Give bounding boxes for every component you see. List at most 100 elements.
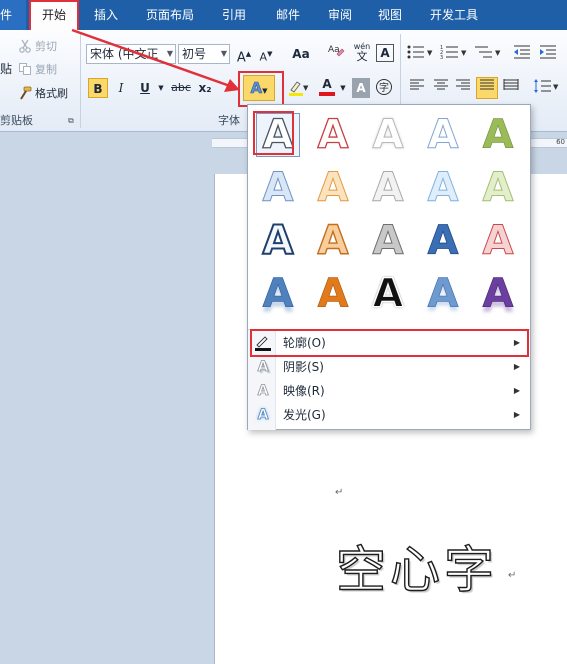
menu-item-label: 阴影(S) xyxy=(283,360,324,374)
cut-button[interactable]: 剪切 xyxy=(18,38,57,56)
subscript-button[interactable]: x₂ xyxy=(196,78,214,98)
increase-indent-icon xyxy=(540,45,556,59)
effect-style-orange-bevel[interactable]: A xyxy=(311,218,355,264)
paragraph-mark: ↵ xyxy=(508,570,517,581)
cut-label: 剪切 xyxy=(35,40,57,53)
effect-style-pink-outline[interactable]: A xyxy=(476,219,520,264)
effect-style-dark-blue-outline[interactable]: A xyxy=(256,218,300,264)
svg-text:3: 3 xyxy=(440,55,443,60)
shrink-font-button[interactable]: A▼ xyxy=(258,44,274,64)
effect-style-black-outline[interactable]: A xyxy=(366,271,410,317)
chevron-down-icon: ▼ xyxy=(166,49,173,58)
svg-text:▼: ▼ xyxy=(461,49,467,57)
underline-dropdown[interactable]: ▼ xyxy=(156,78,166,98)
tab-view[interactable]: 视图 xyxy=(378,0,402,30)
submenu-arrow-icon: ▶ xyxy=(513,410,520,419)
effect-style-silver-bevel[interactable]: A xyxy=(366,219,410,264)
effect-style-gradient-blue[interactable]: A xyxy=(256,166,300,211)
effect-style-fill-green[interactable]: A xyxy=(476,113,520,158)
tab-page-layout[interactable]: 页面布局 xyxy=(146,0,194,30)
font-name-value: 宋体 (中文正 xyxy=(90,47,159,61)
effect-style-gradient-orange[interactable]: A xyxy=(311,166,355,211)
effect-preview-letter: A xyxy=(317,112,349,158)
clear-format-icon: Aa xyxy=(328,45,345,57)
font-color-swatch xyxy=(319,92,335,96)
reflection-effect-icon: A xyxy=(257,383,269,400)
highlight-color-button[interactable]: ▼ xyxy=(286,78,310,98)
numbering-button[interactable]: 1 2 3 ▼ xyxy=(440,44,470,64)
text-effects-dropdown: A A A A A A A A A A A A A A A A A A A A … xyxy=(247,104,531,430)
font-color-button[interactable]: A xyxy=(316,76,338,96)
copy-button[interactable]: 复制 xyxy=(18,61,57,79)
multilevel-list-button[interactable]: ▼ xyxy=(474,44,504,64)
glow-effect-icon: A xyxy=(257,407,269,424)
scissors-icon xyxy=(18,39,32,53)
underline-button[interactable]: U xyxy=(136,78,154,98)
align-right-button[interactable] xyxy=(454,78,472,98)
align-center-button[interactable] xyxy=(432,78,450,98)
effect-style-orange-fill[interactable]: A xyxy=(311,272,355,317)
bold-button[interactable]: B xyxy=(88,78,108,98)
line-spacing-button[interactable]: ▼ xyxy=(532,78,562,98)
tab-review[interactable]: 审阅 xyxy=(328,0,352,30)
bullets-button[interactable]: ▼ xyxy=(406,44,436,64)
group-separator xyxy=(80,34,81,128)
clipboard-launcher-icon[interactable]: ⧉ xyxy=(68,116,74,126)
tab-insert[interactable]: 插入 xyxy=(94,0,118,30)
font-name-combo[interactable]: 宋体 (中文正 ▼ xyxy=(86,44,176,64)
tab-file[interactable]: 件 xyxy=(0,0,26,30)
decrease-indent-icon xyxy=(514,45,530,59)
clipboard-group-label: 剪贴板 xyxy=(0,114,33,127)
change-case-button[interactable]: Aa xyxy=(290,44,312,64)
phonetic-guide-button[interactable]: wén 文 xyxy=(351,42,373,62)
effect-style-blue-bevel[interactable]: A xyxy=(421,219,465,264)
format-painter-label: 格式刷 xyxy=(35,87,68,100)
paragraph-mark: ↵ xyxy=(335,487,344,498)
tab-references[interactable]: 引用 xyxy=(222,0,246,30)
shadow-effect-icon: A xyxy=(257,359,269,376)
effect-style-gradient-gray[interactable]: A xyxy=(366,166,410,211)
distributed-icon xyxy=(503,79,519,90)
effect-preview-letter: A xyxy=(262,271,294,317)
tab-mailings[interactable]: 邮件 xyxy=(276,0,300,30)
effect-style-outline-gray-soft[interactable]: A xyxy=(366,113,410,158)
menu-item-label: 映像(R) xyxy=(283,384,325,398)
menu-item-reflection[interactable]: A 映像(R) ▶ xyxy=(248,379,530,403)
menu-item-glow[interactable]: A 发光(G) ▶ xyxy=(248,403,530,427)
format-painter-button[interactable]: 格式刷 xyxy=(18,85,68,103)
bullet-list-icon: ▼ xyxy=(407,45,433,59)
enclose-char-button[interactable]: 字 xyxy=(374,78,394,98)
hollow-text[interactable]: 空心字 xyxy=(335,530,498,602)
decrease-indent-button[interactable] xyxy=(512,44,532,64)
font-size-combo[interactable]: 初号 ▼ xyxy=(178,44,230,64)
effect-preview-letter: A xyxy=(317,218,349,264)
svg-text:字: 字 xyxy=(379,81,389,94)
clear-format-button[interactable]: Aa xyxy=(326,42,346,62)
effect-style-blue-gradient[interactable]: A xyxy=(421,271,465,317)
svg-text:▼: ▼ xyxy=(427,49,433,57)
effect-style-outline-blue-soft[interactable]: A xyxy=(421,113,465,158)
font-color-dropdown[interactable]: ▼ xyxy=(338,78,348,98)
paste-label[interactable]: 贴 xyxy=(0,60,12,77)
effect-style-gradient-green[interactable]: A xyxy=(476,166,520,211)
strikethrough-button[interactable]: abc xyxy=(170,78,192,98)
char-shading-button[interactable]: A xyxy=(352,78,370,98)
increase-indent-button[interactable] xyxy=(538,44,558,64)
menu-item-shadow[interactable]: A 阴影(S) ▶ xyxy=(248,355,530,379)
effect-preview-letter: A xyxy=(372,271,404,317)
effect-style-purple-fill[interactable]: A xyxy=(476,272,520,317)
effect-preview-letter: A xyxy=(427,271,459,317)
italic-button[interactable]: I xyxy=(112,78,130,98)
copy-label: 复制 xyxy=(35,63,57,76)
submenu-arrow-icon: ▶ xyxy=(513,386,520,395)
tab-developer[interactable]: 开发工具 xyxy=(430,0,478,30)
effect-style-blue-reflection[interactable]: A xyxy=(256,271,300,317)
distributed-button[interactable] xyxy=(502,78,520,98)
effect-style-gradient-lightblue[interactable]: A xyxy=(421,166,465,211)
justify-button[interactable] xyxy=(476,77,498,99)
align-left-button[interactable] xyxy=(408,78,426,98)
phonetic-char: 文 xyxy=(356,50,368,63)
effect-style-outline-red[interactable]: A xyxy=(311,112,355,158)
char-border-button[interactable]: A xyxy=(376,44,394,62)
grow-font-button[interactable]: A▲ xyxy=(236,44,252,65)
